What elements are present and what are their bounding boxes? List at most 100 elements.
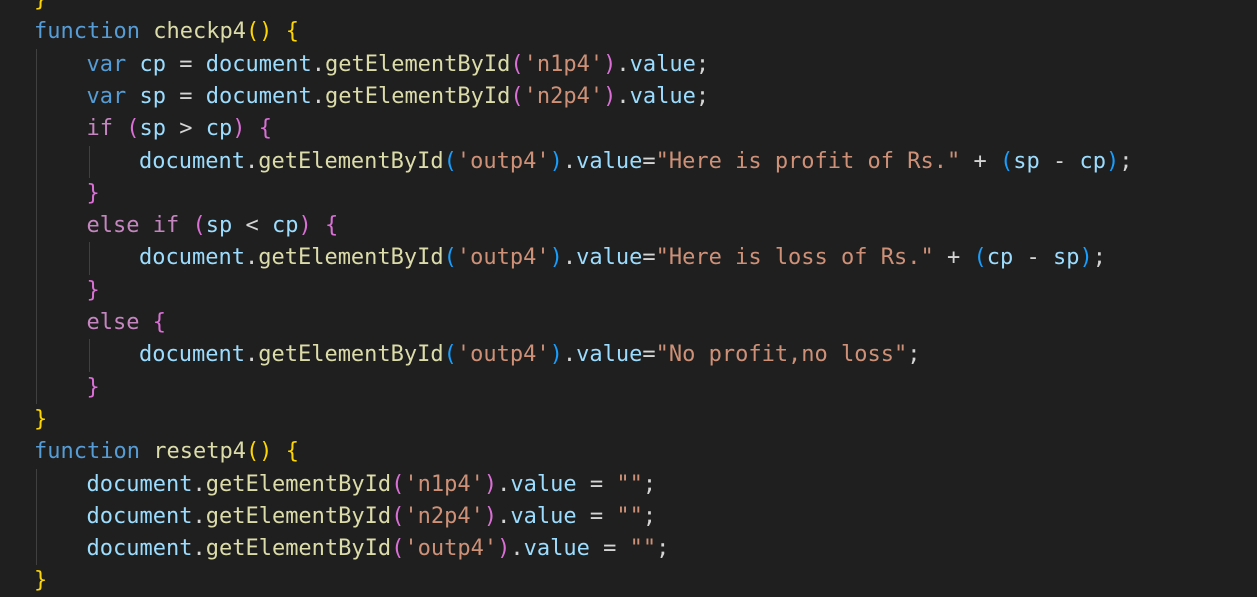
code-token: . [497, 503, 511, 529]
code-token: getElementById [324, 83, 511, 109]
code-token: . [616, 83, 630, 109]
code-line[interactable]: document.getElementById('n1p4').value = … [87, 469, 657, 501]
code-token: . [192, 536, 206, 562]
code-line[interactable]: var cp = document.getElementById('n1p4')… [87, 49, 710, 81]
code-line[interactable]: else { [87, 307, 166, 339]
code-token: } [34, 0, 47, 12]
code-line[interactable]: var sp = document.getElementById('n2p4')… [87, 81, 710, 113]
code-token: resetp4 [153, 439, 246, 465]
code-line[interactable]: function resetp4() { [34, 436, 299, 468]
code-token: ) [298, 213, 312, 239]
code-editor[interactable]: }function checkp4() {var cp = document.g… [0, 0, 1257, 597]
code-token: document [139, 148, 245, 174]
code-line[interactable]: document.getElementById('outp4').value="… [139, 339, 921, 371]
code-token: cp [271, 213, 299, 239]
code-token: var [86, 83, 127, 109]
code-token: = [642, 148, 656, 174]
code-token: else [86, 213, 140, 239]
code-token: { [258, 116, 272, 142]
code-token: sp [139, 116, 167, 142]
code-token: ) [483, 503, 498, 529]
code-token: if [152, 213, 180, 239]
code-token: getElementById [205, 471, 392, 497]
code-token: cp [139, 51, 167, 77]
code-token: document [86, 536, 193, 562]
code-token: sp [139, 83, 167, 109]
code-token: = [642, 245, 656, 271]
code-line[interactable]: document.getElementById('outp4').value="… [139, 146, 1133, 178]
code-token: } [34, 568, 48, 594]
code-line[interactable]: document.getElementById('n2p4').value = … [87, 501, 657, 533]
code-token: function [34, 19, 140, 45]
code-token: ; [695, 83, 710, 109]
code-token: ) [549, 342, 563, 368]
code-token: function [34, 439, 140, 465]
code-token: + [960, 148, 1000, 174]
code-token: value [576, 245, 643, 271]
code-token: 'n2p4' [523, 83, 604, 109]
code-line[interactable]: } [87, 372, 100, 404]
code-token: . [244, 245, 259, 271]
code-token: { [152, 310, 166, 335]
indent-guide [88, 339, 90, 372]
code-token: = [642, 342, 656, 368]
code-token: 'outp4' [456, 245, 550, 271]
code-token: . [192, 503, 206, 529]
code-token: > [166, 116, 206, 142]
code-token: sp [1053, 245, 1080, 271]
code-line[interactable]: } [34, 0, 47, 16]
code-token: getElementById [324, 51, 511, 77]
code-line[interactable]: document.getElementById('outp4').value="… [139, 242, 1106, 274]
code-line[interactable]: function checkp4() { [34, 16, 299, 48]
code-token: ; [907, 342, 921, 368]
code-token: 'outp4' [456, 148, 550, 174]
code-token: . [510, 536, 524, 562]
code-token: ; [1092, 245, 1107, 271]
code-token: } [86, 374, 100, 400]
code-token: = [576, 503, 617, 529]
code-token: value [576, 342, 643, 368]
code-token: ( [443, 245, 457, 271]
code-token: 'outp4' [456, 342, 550, 368]
code-line[interactable]: else if (sp < cp) { [87, 210, 339, 242]
code-token: . [192, 471, 206, 497]
code-token: . [562, 342, 577, 368]
code-token: ; [656, 536, 670, 562]
code-token: ) [549, 148, 563, 174]
code-token: cp [1079, 148, 1107, 174]
code-token: ( [973, 245, 987, 271]
code-token: 'n1p4' [404, 471, 484, 497]
code-token: ) [483, 471, 498, 497]
code-token: value [523, 536, 590, 562]
indent-guide [88, 242, 90, 275]
code-token: () [245, 439, 273, 465]
code-token: getElementById [258, 245, 444, 271]
code-token: ( [391, 536, 405, 562]
code-line[interactable]: document.getElementById('outp4').value =… [87, 533, 670, 565]
code-token: document [86, 503, 193, 529]
code-line[interactable]: } [87, 178, 100, 210]
indent-guide [36, 468, 37, 566]
code-token: . [562, 245, 577, 271]
code-line[interactable]: } [34, 404, 47, 436]
code-line[interactable]: } [87, 275, 100, 307]
code-token: () [245, 19, 273, 45]
indent-guide [36, 48, 37, 404]
code-token: ( [510, 83, 524, 109]
code-token: value [629, 83, 696, 109]
code-token: document [205, 51, 312, 77]
code-line[interactable]: if (sp > cp) { [87, 113, 273, 145]
code-token: getElementById [258, 148, 444, 174]
code-token: ; [642, 471, 657, 497]
code-token: getElementById [258, 342, 444, 368]
code-line[interactable]: } [34, 565, 47, 597]
code-token: - [1013, 245, 1054, 271]
code-token: "" [616, 503, 643, 529]
